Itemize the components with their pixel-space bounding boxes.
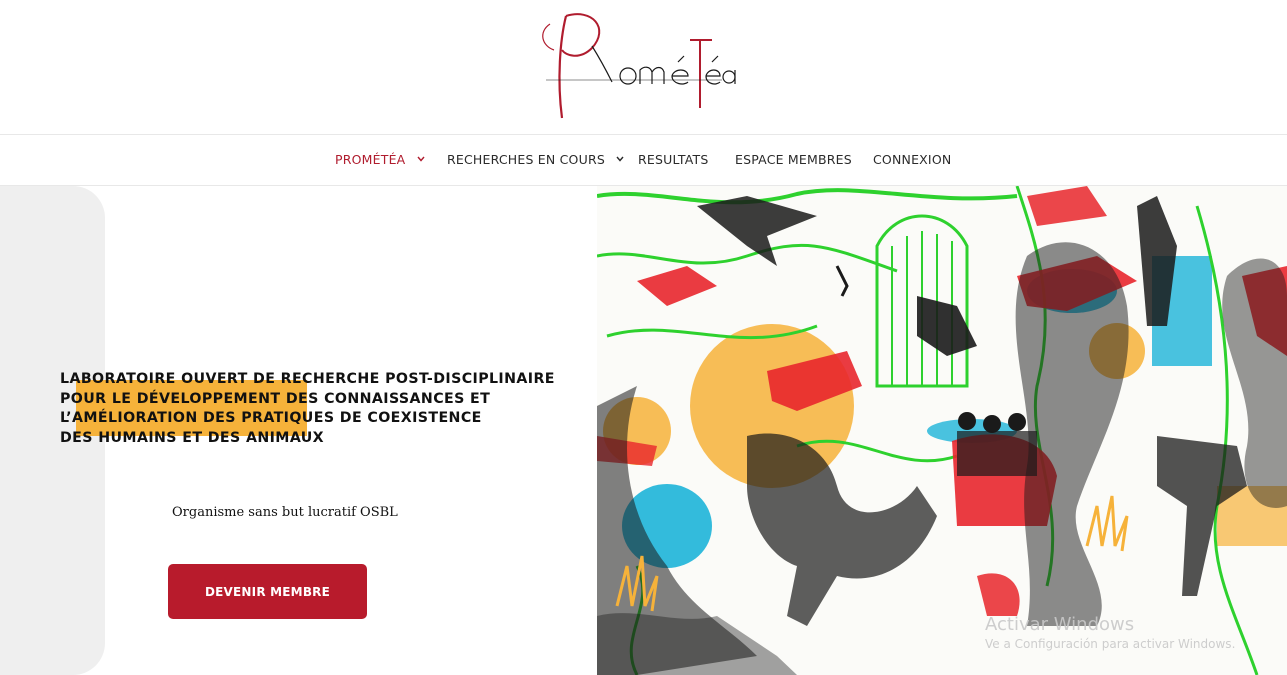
nav-item-recherches[interactable]: RECHERCHES EN COURS [447,152,624,167]
headline-line: L’AMÉLIORATION DES PRATIQUES DE COEXISTE… [60,410,482,426]
hero-tagline: Organisme sans but lucratif OSBL [172,505,398,520]
nav-item-label: PROMÉTÉA [335,152,406,167]
devenir-membre-button[interactable]: DEVENIR MEMBRE [168,564,367,619]
main-navigation: PROMÉTÉA RECHERCHES EN COURS RESULTATS E… [0,134,1287,186]
headline-line: LABORATOIRE OUVERT DE RECHERCHE POST-DIS… [60,371,555,387]
nav-item-espace-membres[interactable]: ESPACE MEMBRES [735,152,852,167]
nav-item-connexion[interactable]: CONNEXION [873,152,951,167]
headline-line: DES HUMAINS ET DES ANIMAUX [60,429,325,446]
nav-item-label: RESULTATS [638,152,709,167]
headline-line: POUR LE DÉVELOPPEMENT DES CONNAISSANCES … [60,390,491,407]
chevron-down-icon [417,156,425,162]
chevron-down-icon [616,156,624,162]
nav-items: PROMÉTÉA RECHERCHES EN COURS RESULTATS E… [0,135,1287,185]
nav-item-resultats[interactable]: RESULTATS [638,152,709,167]
site-header [0,0,1287,134]
hero-headline: LABORATOIRE OUVERT DE RECHERCHE POST-DIS… [60,370,560,448]
watermark-subtitle: Ve a Configuración para activar Windows. [985,637,1236,651]
hero-artwork [597,186,1287,675]
artwork-illustration [597,186,1287,675]
nav-item-prometea[interactable]: PROMÉTÉA [335,152,425,167]
prometea-logo[interactable] [532,10,738,122]
nav-item-label: ESPACE MEMBRES [735,152,852,167]
windows-activation-watermark: Activar Windows Ve a Configuración para … [985,614,1235,651]
nav-item-label: RECHERCHES EN COURS [447,152,605,167]
watermark-title: Activar Windows [985,614,1135,635]
nav-item-label: CONNEXION [873,152,952,167]
logo-graphic [542,13,736,119]
